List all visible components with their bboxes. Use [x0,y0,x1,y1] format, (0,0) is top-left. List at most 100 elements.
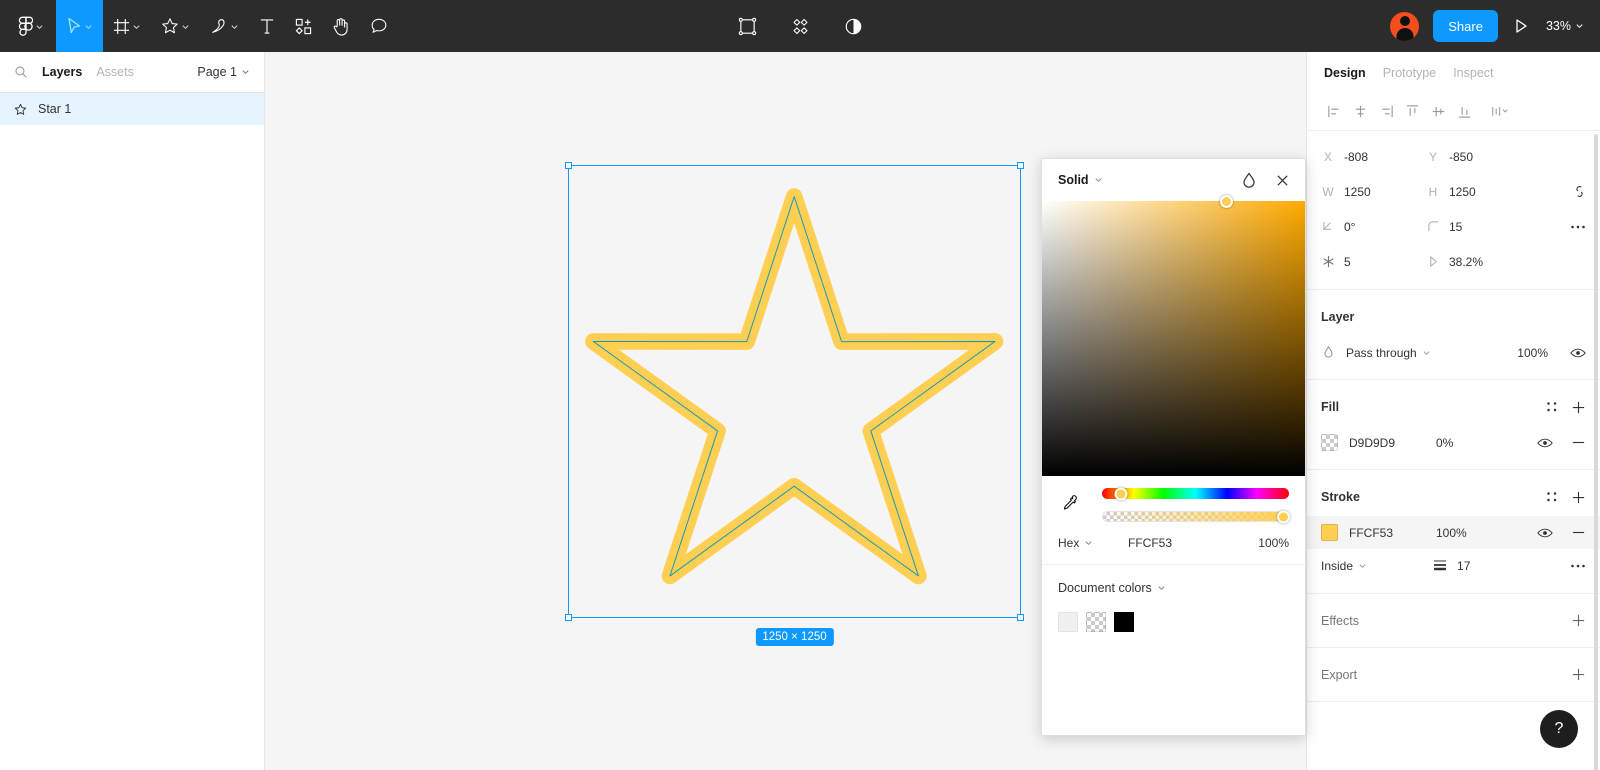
minus-icon[interactable] [1571,525,1586,540]
constrain-proportions-icon[interactable] [1573,184,1586,199]
align-horizontal-center-icon[interactable] [1347,99,1373,125]
tab-prototype[interactable]: Prototype [1383,66,1437,80]
layer-opacity-value[interactable]: 100% [1517,346,1548,360]
comment-icon [370,17,388,35]
search-icon[interactable] [14,65,28,79]
contrast-tool-button[interactable] [840,0,867,52]
stroke-align-selector[interactable]: Inside [1321,559,1367,573]
tab-layers[interactable]: Layers [42,65,82,79]
align-right-icon[interactable] [1373,99,1399,125]
shape-tool-button[interactable] [151,0,200,52]
position-row: X -808 Y -850 [1307,139,1600,174]
align-bottom-icon[interactable] [1451,99,1477,125]
right-panel-scrollbar[interactable] [1594,134,1598,770]
saturation-value-handle[interactable] [1220,195,1233,208]
pen-tool-button[interactable] [200,0,249,52]
top-toolbar: Share 33% [0,0,1600,52]
hand-tool-button[interactable] [322,0,360,52]
eye-icon[interactable] [1537,527,1553,539]
star-ratio-field[interactable]: 38.2% [1426,255,1531,269]
stroke-options-row: Inside 17 [1307,549,1600,583]
fill-color-swatch[interactable] [1321,434,1338,451]
selection-tool-button[interactable] [734,0,761,52]
eyedropper-icon[interactable] [1060,494,1079,518]
text-tool-button[interactable] [249,0,285,52]
eye-icon[interactable] [1570,347,1586,359]
resize-handle-top-right[interactable] [1017,162,1024,169]
x-field[interactable]: X -808 [1321,150,1426,164]
color-styles-icon[interactable] [1242,172,1256,188]
help-button[interactable]: ? [1540,710,1578,748]
blend-mode-selector[interactable]: Pass through [1346,346,1431,360]
resize-handle-bottom-left[interactable] [565,614,572,621]
stroke-opacity-value[interactable]: 100% [1436,526,1492,540]
stroke-weight-field[interactable]: 17 [1433,558,1470,574]
styles-icon[interactable] [1546,401,1558,413]
selection-bounding-box[interactable]: 1250 × 1250 [565,162,1024,646]
effects-section: Effects [1307,594,1600,648]
minus-icon[interactable] [1571,435,1586,450]
eye-icon[interactable] [1537,437,1553,449]
frame-icon [113,18,130,35]
color-mode-selector[interactable]: Solid [1058,173,1103,187]
document-colors-swatches [1058,612,1289,632]
color-format-selector[interactable]: Hex [1058,536,1128,550]
share-button[interactable]: Share [1433,10,1498,42]
close-icon[interactable] [1276,174,1289,187]
layer-section: Layer Pass through 100% [1307,290,1600,380]
hue-slider[interactable] [1102,487,1289,500]
alpha-slider[interactable] [1102,510,1290,523]
comment-tool-button[interactable] [360,0,398,52]
styles-icon[interactable] [1546,491,1558,503]
saturation-value-area[interactable] [1042,195,1305,476]
plus-icon[interactable] [1571,490,1586,505]
tab-inspect[interactable]: Inspect [1453,66,1493,80]
zoom-control[interactable]: 33% [1544,19,1584,33]
dimension-badge: 1250 × 1250 [755,628,834,646]
present-button[interactable] [1512,0,1530,52]
user-avatar[interactable] [1390,11,1420,41]
width-field[interactable]: W 1250 [1321,185,1426,199]
frame-tool-button[interactable] [103,0,151,52]
align-vertical-center-icon[interactable] [1425,99,1451,125]
transparent-swatch[interactable] [1086,612,1106,632]
y-field[interactable]: Y -850 [1426,150,1531,164]
fill-hex-value[interactable]: D9D9D9 [1349,436,1425,450]
fill-opacity-value[interactable]: 0% [1436,436,1492,450]
stroke-hex-value[interactable]: FFCF53 [1349,526,1425,540]
plus-icon[interactable] [1571,400,1586,415]
more-options-icon[interactable] [1570,224,1586,230]
corner-radius-field[interactable]: 15 [1426,220,1531,234]
list-item[interactable]: Star 1 [0,93,264,125]
hex-input-row: Hex FFCF53 100% [1042,522,1305,564]
alpha-slider-handle[interactable] [1277,510,1290,523]
page-selector[interactable]: Page 1 [197,65,250,79]
blend-mode-row: Pass through 100% [1307,336,1600,369]
align-left-icon[interactable] [1321,99,1347,125]
resize-handle-bottom-right[interactable] [1017,614,1024,621]
stroke-color-swatch[interactable] [1321,524,1338,541]
black-swatch[interactable] [1114,612,1134,632]
star-points-field[interactable]: 5 [1321,255,1426,269]
figma-menu-button[interactable] [0,0,56,52]
rotation-field[interactable]: 0° [1321,220,1426,234]
components-view-button[interactable] [787,0,814,52]
opacity-input[interactable]: 100% [1258,536,1289,550]
move-tool-button[interactable] [56,0,103,52]
height-field[interactable]: H 1250 [1426,185,1531,199]
document-colors-header[interactable]: Document colors [1058,581,1289,595]
star-icon [14,103,27,116]
distribute-icon[interactable] [1487,99,1513,125]
align-top-icon[interactable] [1399,99,1425,125]
plus-icon[interactable] [1571,613,1586,628]
resize-handle-top-left[interactable] [565,162,572,169]
plus-icon[interactable] [1571,667,1586,682]
hex-value-input[interactable]: FFCF53 [1128,536,1228,550]
tab-assets[interactable]: Assets [96,65,134,79]
white-swatch[interactable] [1058,612,1078,632]
tab-design[interactable]: Design [1324,66,1366,80]
more-options-icon[interactable] [1570,563,1586,569]
resources-tool-button[interactable] [285,0,322,52]
color-mode-label: Solid [1058,173,1089,187]
hue-slider-handle[interactable] [1114,487,1128,500]
